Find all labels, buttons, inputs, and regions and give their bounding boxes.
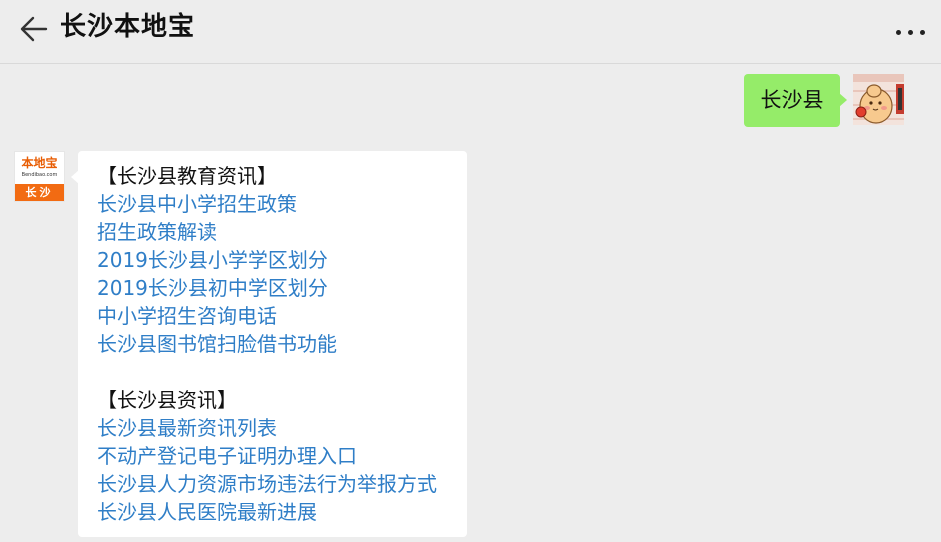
message-link[interactable]: 招生政策解读	[97, 218, 467, 246]
message-link[interactable]: 2019长沙县小学学区划分	[97, 246, 467, 274]
section-title: 【长沙县教育资讯】	[97, 164, 277, 188]
message-link[interactable]: 长沙县最新资讯列表	[97, 414, 467, 442]
cartoon-avatar-icon	[853, 74, 904, 125]
message-link[interactable]: 2019长沙县初中学区划分	[97, 274, 467, 302]
message-link[interactable]: 中小学招生咨询电话	[97, 302, 467, 330]
outgoing-message-bubble[interactable]: 长沙县	[744, 74, 847, 127]
more-button[interactable]	[893, 20, 929, 44]
avatar-logo-text: 本地宝	[21, 156, 58, 170]
avatar-city-label: 长沙	[15, 184, 64, 201]
message-link[interactable]: 长沙县中小学招生政策	[97, 190, 467, 218]
message-link[interactable]: 长沙县人民医院最新进展	[97, 498, 467, 526]
message-link[interactable]: 不动产登记电子证明办理入口	[97, 442, 467, 470]
chat-title: 长沙本地宝	[60, 12, 196, 42]
incoming-message-bubble: 【长沙县教育资讯】 长沙县中小学招生政策 招生政策解读 2019长沙县小学学区划…	[71, 151, 467, 537]
chat-header: 长沙本地宝	[0, 0, 941, 64]
section-title: 【长沙县资讯】	[97, 388, 237, 412]
bot-avatar[interactable]: 本地宝 Bendibao.com 长沙	[14, 151, 65, 202]
arrow-left-icon	[20, 16, 48, 42]
message-link[interactable]: 长沙县人力资源市场违法行为举报方式	[97, 470, 467, 498]
more-dots-icon	[896, 30, 901, 35]
avatar-domain-text: Bendibao.com	[21, 172, 58, 178]
user-avatar[interactable]	[853, 74, 904, 125]
back-button[interactable]	[14, 12, 52, 46]
message-link[interactable]: 长沙县图书馆扫脸借书功能	[97, 330, 467, 358]
